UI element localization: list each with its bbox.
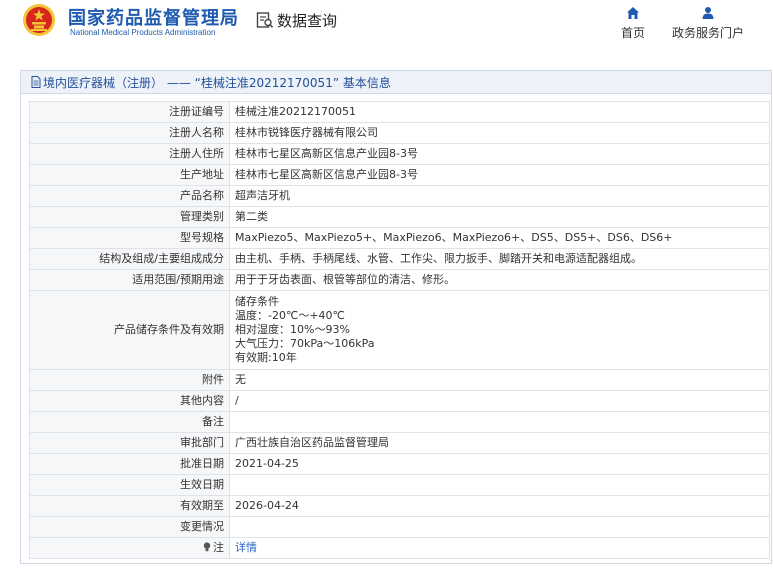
table-row: 管理类别 第二类 xyxy=(29,206,770,228)
field-value: 2026-04-24 xyxy=(229,495,770,517)
table-row: 注册人住所 桂林市七星区高新区信息产业园8-3号 xyxy=(29,143,770,165)
data-query-link[interactable]: 数据查询 xyxy=(256,10,337,30)
field-value: 无 xyxy=(229,369,770,391)
field-label: 批准日期 xyxy=(29,453,230,475)
field-label: 结构及组成/主要组成成分 xyxy=(29,248,230,270)
data-query-label: 数据查询 xyxy=(277,11,338,30)
table-row: 审批部门 广西壮族自治区药品监督管理局 xyxy=(29,432,770,454)
field-value: 第二类 xyxy=(229,206,770,228)
user-icon xyxy=(702,7,714,19)
field-value xyxy=(229,474,770,496)
field-label: 产品储存条件及有效期 xyxy=(29,290,230,370)
table-row: 注册人名称 桂林市锐锋医疗器械有限公司 xyxy=(29,122,770,144)
table-row: 批准日期 2021-04-25 xyxy=(29,453,770,475)
field-value: MaxPiezo5、MaxPiezo5+、MaxPiezo6、MaxPiezo6… xyxy=(229,227,770,249)
field-label: 生效日期 xyxy=(29,474,230,496)
storage-line: 温度：-20℃～+40℃ xyxy=(235,309,345,322)
field-value: 桂林市锐锋医疗器械有限公司 xyxy=(229,122,770,144)
brand-subtitle: National Medical Products Administration xyxy=(70,28,216,37)
field-value: 由主机、手柄、手柄尾线、水管、工作尖、限力扳手、脚踏开关和电源适配器组成。 xyxy=(229,248,770,270)
table-row: 适用范围/预期用途 用于于牙齿表面、根管等部位的清洁、修形。 xyxy=(29,269,770,291)
panel-title: 境内医疗器械（注册） —— “桂械注准20212170051” 基本信息 xyxy=(43,75,391,90)
field-label: 适用范围/预期用途 xyxy=(29,269,230,291)
field-value: 桂林市七星区高新区信息产业园8-3号 xyxy=(229,164,770,186)
field-label: 型号规格 xyxy=(29,227,230,249)
field-label: 变更情况 xyxy=(29,516,230,538)
note-value: 详情 xyxy=(229,537,770,559)
national-emblem-icon xyxy=(23,4,55,36)
panel-header: 境内医疗器械（注册） —— “桂械注准20212170051” 基本信息 xyxy=(21,71,771,94)
field-value: 用于于牙齿表面、根管等部位的清洁、修形。 xyxy=(229,269,770,291)
table-row: 变更情况 xyxy=(29,516,770,538)
table-row: 注册证编号 桂械注准20212170051 xyxy=(29,101,770,123)
field-label: 附件 xyxy=(29,369,230,391)
storage-line: 有效期:10年 xyxy=(235,351,297,364)
table-row: 备注 xyxy=(29,411,770,433)
table-row: 生效日期 xyxy=(29,474,770,496)
field-value xyxy=(229,516,770,538)
note-label: 注 xyxy=(29,537,230,559)
field-label: 审批部门 xyxy=(29,432,230,454)
storage-line: 储存条件 xyxy=(235,295,279,308)
field-label: 注册人住所 xyxy=(29,143,230,165)
note-label-text: 注 xyxy=(213,541,224,554)
nav-home[interactable]: 首页 xyxy=(616,6,650,41)
table-row: 附件 无 xyxy=(29,369,770,391)
document-icon xyxy=(31,76,41,88)
field-value: 桂林市七星区高新区信息产业园8-3号 xyxy=(229,143,770,165)
field-value: 超声洁牙机 xyxy=(229,185,770,207)
table-row: 其他内容 / xyxy=(29,390,770,412)
field-value-storage: 储存条件 温度：-20℃～+40℃ 相对湿度：10%～93% 大气压力：70kP… xyxy=(229,290,770,370)
top-header: 国家药品监督管理局 National Medical Products Admi… xyxy=(0,0,773,62)
table-row: 产品名称 超声洁牙机 xyxy=(29,185,770,207)
nav-portal-label: 政务服务门户 xyxy=(671,26,744,40)
field-label: 注册人名称 xyxy=(29,122,230,144)
table-row: 生产地址 桂林市七星区高新区信息产业园8-3号 xyxy=(29,164,770,186)
details-link[interactable]: 详情 xyxy=(235,541,257,554)
field-label: 生产地址 xyxy=(29,164,230,186)
data-query-icon xyxy=(256,12,274,28)
storage-line: 大气压力：70kPa～106kPa xyxy=(235,337,375,350)
storage-line: 相对湿度：10%～93% xyxy=(235,323,350,336)
nav-service-portal[interactable]: 政务服务门户 xyxy=(667,6,749,41)
table-row: 结构及组成/主要组成成分 由主机、手柄、手柄尾线、水管、工作尖、限力扳手、脚踏开… xyxy=(29,248,770,270)
nav-home-label: 首页 xyxy=(620,26,645,40)
field-value: / xyxy=(229,390,770,412)
table-row: 产品储存条件及有效期 储存条件 温度：-20℃～+40℃ 相对湿度：10%～93… xyxy=(29,290,770,370)
brand-title: 国家药品监督管理局 xyxy=(68,8,239,29)
field-label: 有效期至 xyxy=(29,495,230,517)
lightbulb-icon xyxy=(203,542,211,552)
field-value: 桂械注准20212170051 xyxy=(229,101,770,123)
field-value: 广西壮族自治区药品监督管理局 xyxy=(229,432,770,454)
table-row: 型号规格 MaxPiezo5、MaxPiezo5+、MaxPiezo6、MaxP… xyxy=(29,227,770,249)
table-row-note: 注 详情 xyxy=(29,537,770,559)
field-value: 2021-04-25 xyxy=(229,453,770,475)
field-label: 管理类别 xyxy=(29,206,230,228)
field-label: 其他内容 xyxy=(29,390,230,412)
table-row: 有效期至 2026-04-24 xyxy=(29,495,770,517)
field-label: 产品名称 xyxy=(29,185,230,207)
field-label: 注册证编号 xyxy=(29,101,230,123)
field-label: 备注 xyxy=(29,411,230,433)
field-value xyxy=(229,411,770,433)
info-table: 注册证编号 桂械注准20212170051 注册人名称 桂林市锐锋医疗器械有限公… xyxy=(29,101,770,559)
home-icon xyxy=(627,7,639,19)
